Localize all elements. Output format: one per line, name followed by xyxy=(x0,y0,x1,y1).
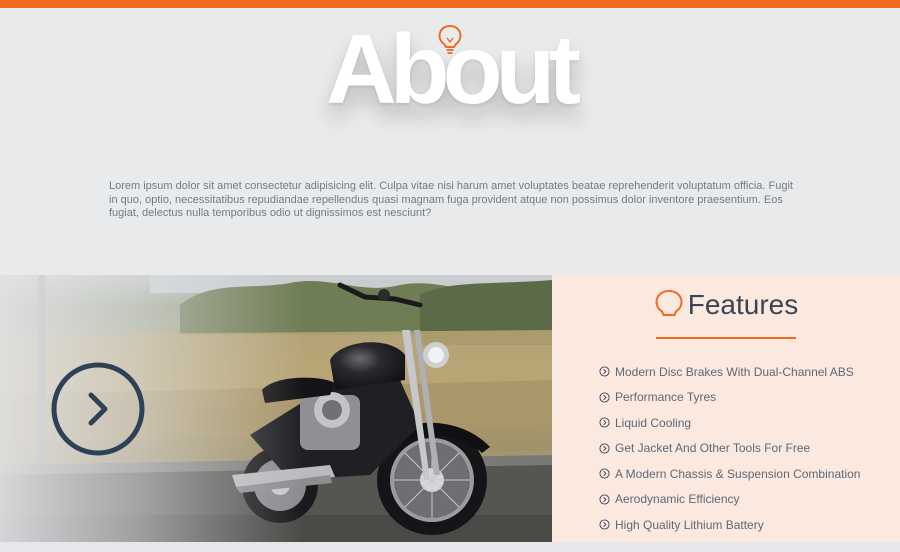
motorcycle-photo xyxy=(0,275,552,542)
feature-label: Performance Tyres xyxy=(615,390,717,405)
next-slide-button[interactable] xyxy=(50,361,146,457)
chevron-circle-right-icon xyxy=(599,468,610,479)
chevron-circle-right-icon xyxy=(599,366,610,377)
feature-item: Get Jacket And Other Tools For Free xyxy=(599,436,860,462)
chevron-circle-right-icon xyxy=(599,417,610,428)
features-header: Features xyxy=(552,289,900,319)
chevron-circle-right-icon xyxy=(599,443,610,454)
features-list: Modern Disc Brakes With Dual-Channel ABS… xyxy=(599,359,860,538)
feature-label: Modern Disc Brakes With Dual-Channel ABS xyxy=(615,364,854,379)
bottom-strip xyxy=(0,542,900,552)
feature-item: High Quality Lithium Battery xyxy=(599,512,860,538)
chevron-circle-right-icon xyxy=(599,494,610,505)
about-description: Lorem ipsum dolor sit amet consectetur a… xyxy=(109,180,793,219)
feature-label: Aerodynamic Efficiency xyxy=(615,492,740,507)
feature-label: High Quality Lithium Battery xyxy=(615,517,764,532)
feature-label: Get Jacket And Other Tools For Free xyxy=(615,441,811,456)
feature-item: A Modern Chassis & Suspension Combinatio… xyxy=(599,461,860,487)
feature-label: A Modern Chassis & Suspension Combinatio… xyxy=(615,466,861,481)
top-accent-bar xyxy=(0,0,900,8)
features-title: Features xyxy=(687,289,799,320)
feature-item: Modern Disc Brakes With Dual-Channel ABS xyxy=(599,359,860,385)
features-title-underline xyxy=(656,337,796,339)
feature-item: Aerodynamic Efficiency xyxy=(599,487,860,513)
feature-item: Performance Tyres xyxy=(599,385,860,411)
chevron-right-icon xyxy=(88,392,108,426)
features-panel: Features Modern Disc Brakes With Dual-Ch… xyxy=(552,275,900,542)
feature-label: Liquid Cooling xyxy=(615,415,692,430)
chevron-circle-right-icon xyxy=(599,519,610,530)
about-section: About Lorem ipsum dolor sit amet consect… xyxy=(0,8,900,275)
feature-item: Liquid Cooling xyxy=(599,410,860,436)
chevron-circle-right-icon xyxy=(599,392,610,403)
lightbulb-icon xyxy=(655,289,683,316)
lightbulb-icon xyxy=(438,24,462,54)
